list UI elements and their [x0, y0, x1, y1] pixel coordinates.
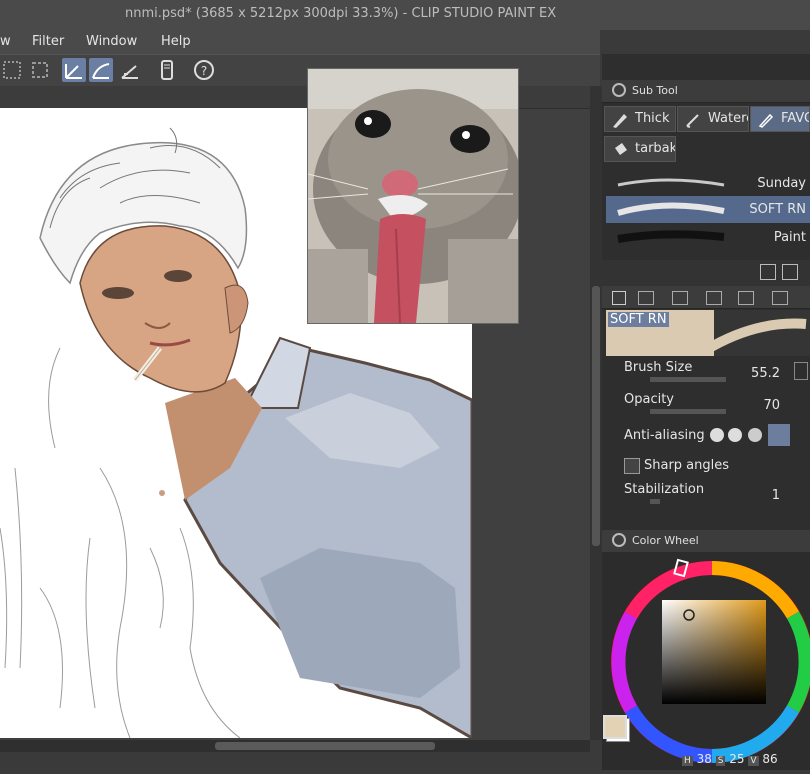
- menu-help[interactable]: Help: [161, 34, 191, 49]
- panel-menu-icon[interactable]: [612, 533, 626, 547]
- selection-border-icon[interactable]: [28, 58, 52, 82]
- layer-icon[interactable]: [706, 291, 722, 305]
- opacity-row[interactable]: Opacity 70: [614, 388, 810, 418]
- horizontal-scroll-thumb[interactable]: [215, 742, 435, 750]
- duplicate-subtool-icon[interactable]: [782, 264, 798, 280]
- brush-size-slider[interactable]: [650, 377, 726, 382]
- svg-text:?: ?: [201, 64, 207, 78]
- snap-ruler-icon[interactable]: [62, 58, 86, 82]
- v-label: V: [748, 756, 759, 766]
- sub-tool-title: Sub Tool: [632, 84, 678, 97]
- h-value[interactable]: 38: [697, 752, 712, 766]
- cat-photo: [308, 69, 518, 323]
- color-wheel-panel[interactable]: H 38 S 25 V 86: [602, 552, 810, 770]
- s-value[interactable]: 25: [729, 752, 744, 766]
- color-wheel[interactable]: [602, 552, 810, 770]
- brush-stroke-preview: [617, 202, 725, 216]
- camera-icon[interactable]: [672, 291, 688, 305]
- sub-tool-header: Sub Tool: [602, 80, 810, 103]
- tab-tarbak[interactable]: tarbak: [604, 136, 676, 162]
- pen-icon: [758, 113, 774, 128]
- v-value[interactable]: 86: [762, 752, 777, 766]
- aa-weak-icon[interactable]: [728, 428, 742, 442]
- panel-menu-icon[interactable]: [612, 83, 626, 97]
- tab-favorites[interactable]: FAVO: [750, 106, 810, 132]
- reference-image-window[interactable]: [307, 68, 519, 324]
- tab-thick[interactable]: Thick: [604, 106, 676, 132]
- tool-property-tabs: [602, 286, 810, 309]
- title-bar: nnmi.psd* (3685 x 5212px 300dpi 33.3%) -…: [0, 0, 810, 30]
- thick-brush-icon: [613, 114, 627, 128]
- stabilization-label: Stabilization: [624, 482, 705, 497]
- window-title: nnmi.psd* (3685 x 5212px 300dpi 33.3%) -…: [125, 6, 557, 21]
- snap-special-ruler-icon[interactable]: [89, 58, 113, 82]
- copy-subtool-icon[interactable]: [760, 264, 776, 280]
- sharp-angles-label: Sharp angles: [644, 458, 730, 473]
- brush-size-value[interactable]: 55.2: [751, 366, 780, 381]
- brush-item-soft-rn[interactable]: SOFT RN: [606, 196, 810, 223]
- main-color-swatch[interactable]: [603, 715, 627, 739]
- opacity-label: Opacity: [624, 392, 675, 407]
- brush-stroke-preview: [617, 230, 725, 243]
- sliders-icon[interactable]: [638, 291, 654, 305]
- aa-none-icon[interactable]: [710, 428, 724, 442]
- brush-preview: SOFT RN: [606, 310, 810, 356]
- brush-stroke-preview: [617, 178, 725, 187]
- snap-grid-icon[interactable]: [118, 58, 142, 82]
- h-label: H: [682, 756, 693, 766]
- vertical-scrollbar[interactable]: [590, 86, 602, 740]
- right-panel: Sub Tool Thick Waterc FAVO tarbak Sunday…: [602, 54, 810, 770]
- aa-medium-icon[interactable]: [748, 428, 762, 442]
- aa-strong-icon[interactable]: [768, 424, 790, 446]
- brush-item-paint[interactable]: Paint: [606, 224, 810, 251]
- stabilization-slider[interactable]: [650, 499, 660, 504]
- device-icon[interactable]: [155, 58, 179, 82]
- brush-size-down-icon[interactable]: [794, 362, 808, 380]
- anti-aliasing-label: Anti-aliasing: [624, 428, 705, 443]
- s-label: S: [715, 756, 726, 766]
- opacity-value[interactable]: 70: [763, 398, 780, 413]
- menu-view[interactable]: w: [0, 34, 11, 49]
- menu-bar: w Filter Window Help: [0, 30, 600, 54]
- menu-filter[interactable]: Filter: [32, 34, 64, 49]
- select-transform-icon[interactable]: [0, 58, 24, 82]
- horizontal-scrollbar[interactable]: [0, 740, 590, 752]
- watercolor-brush-icon: [686, 114, 699, 128]
- anti-aliasing-row[interactable]: Anti-aliasing: [614, 420, 810, 450]
- sub-tool-actions: [602, 260, 810, 286]
- opacity-slider[interactable]: [650, 409, 726, 414]
- mountain-icon[interactable]: [738, 291, 754, 305]
- brush-size-row[interactable]: Brush Size 55.2: [614, 356, 810, 386]
- stabilization-row[interactable]: Stabilization 1: [614, 478, 810, 508]
- menu-window[interactable]: Window: [86, 34, 137, 49]
- brush-size-label: Brush Size: [624, 360, 693, 375]
- brush-preview-label: SOFT RN: [608, 312, 669, 327]
- help-icon[interactable]: ?: [192, 58, 216, 82]
- tab-watercolor[interactable]: Waterc: [677, 106, 749, 132]
- vertical-scroll-thumb[interactable]: [592, 286, 600, 546]
- monitor-icon[interactable]: [772, 291, 788, 305]
- hsv-readout: H 38 S 25 V 86: [682, 752, 778, 766]
- brush-item-sunday[interactable]: Sunday: [606, 170, 810, 197]
- color-wheel-title: Color Wheel: [632, 534, 699, 547]
- tool-property-menu-icon[interactable]: [612, 291, 626, 305]
- stabilization-value[interactable]: 1: [772, 488, 780, 503]
- bucket-icon: [615, 143, 627, 155]
- status-bar: [0, 752, 600, 770]
- color-wheel-header: Color Wheel: [602, 530, 810, 553]
- sharp-angles-checkbox[interactable]: [624, 458, 640, 474]
